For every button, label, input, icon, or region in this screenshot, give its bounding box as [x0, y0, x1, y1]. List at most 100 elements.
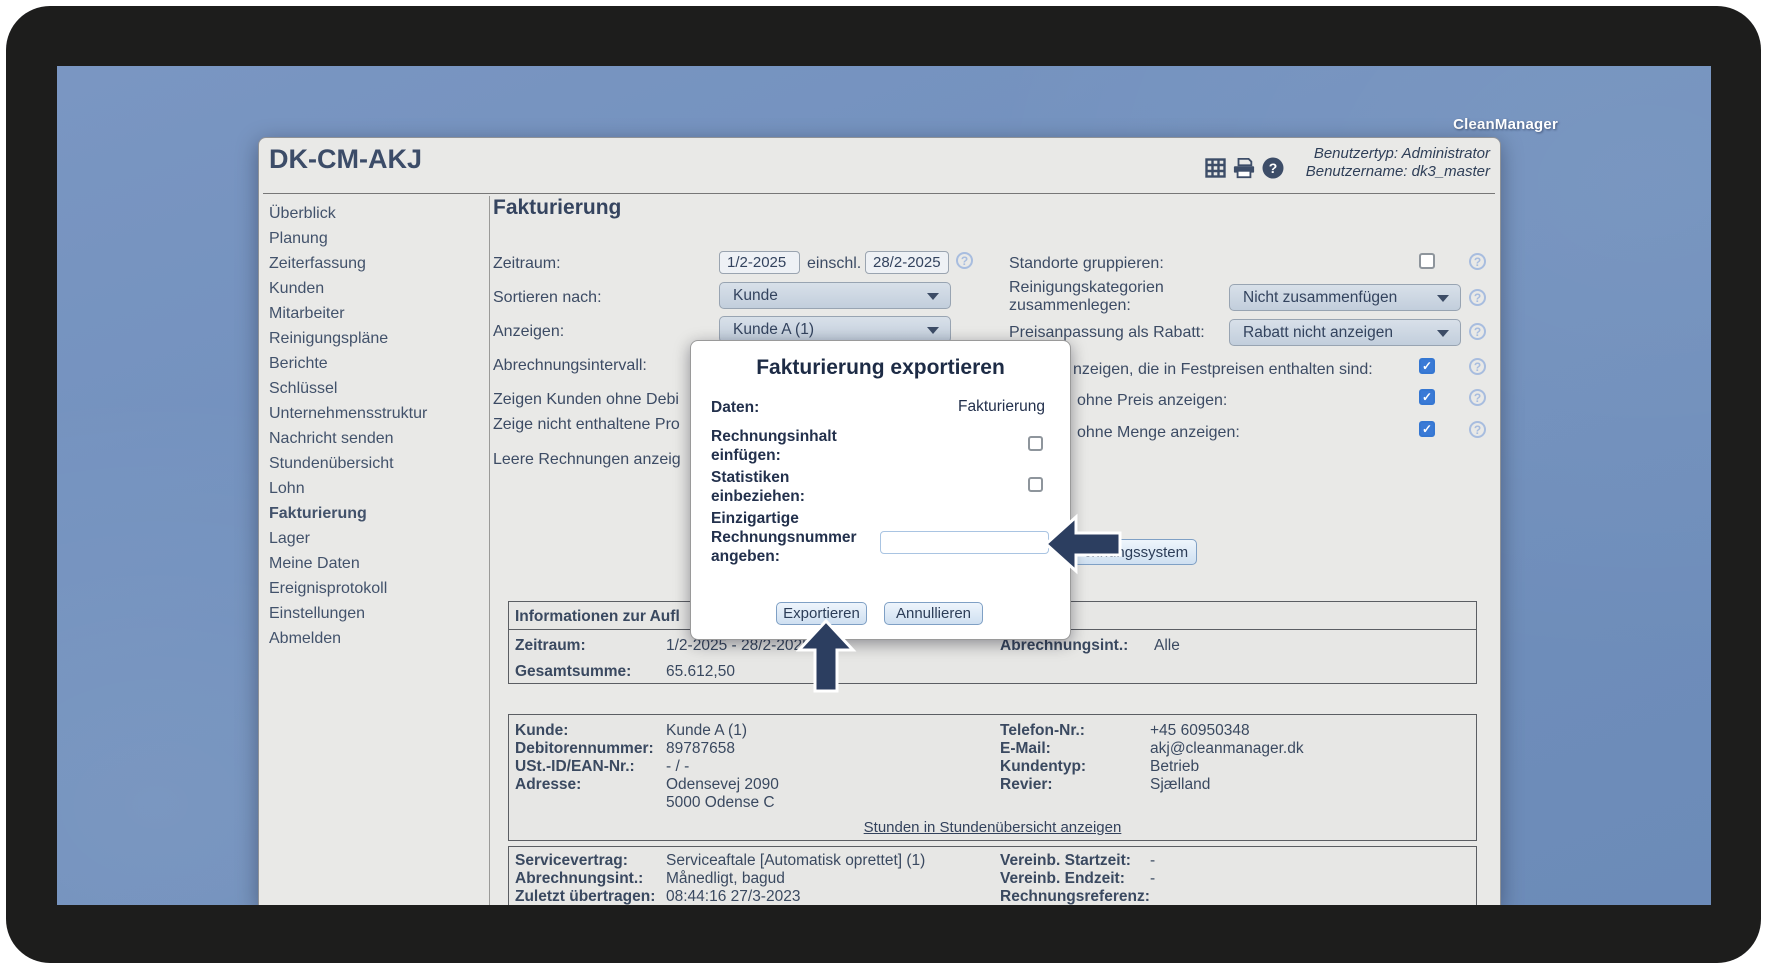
referenz-label: Rechnungsreferenz:	[1000, 888, 1150, 905]
telefon-label: Telefon-Nr.:	[1000, 722, 1085, 740]
standorte-checkbox[interactable]	[1419, 253, 1435, 269]
leere-rechnungen-label: Leere Rechnungen anzeig	[493, 451, 681, 469]
zeitraum-to-input[interactable]	[865, 251, 949, 274]
preisanpassung-select[interactable]: Rabatt nicht anzeigen	[1229, 319, 1461, 346]
ohne-menge-help-icon[interactable]	[1469, 421, 1486, 438]
ohne-menge-checkbox[interactable]	[1419, 421, 1435, 437]
desktop: CleanManager DK-CM-AKJ ? Benutzertyp: Ad…	[57, 66, 1711, 905]
sidebar-item-fakturierung[interactable]: Fakturierung	[269, 501, 484, 526]
revier-value: Sjælland	[1150, 776, 1210, 794]
sidebar-item-reinigungsplaene[interactable]: Reinigungspläne	[269, 326, 484, 351]
abrechnungsint2-label: Abrechnungsint.:	[515, 870, 643, 888]
section-heading: Fakturierung	[493, 196, 621, 220]
sortieren-value: Kunde	[733, 287, 778, 305]
window-toolbar: ?	[1204, 157, 1284, 179]
sidebar-item-stundenuebersicht[interactable]: Stundenübersicht	[269, 451, 484, 476]
kunde-value: Kunde A (1)	[666, 722, 747, 740]
sidebar-item-mitarbeiter[interactable]: Mitarbeiter	[269, 301, 484, 326]
festpreise-label: nzeigen, die in Festpreisen enthalten si…	[1073, 361, 1373, 379]
sidebar-item-ueberblick[interactable]: Überblick	[269, 201, 484, 226]
telefon-value: +45 60950348	[1150, 722, 1250, 740]
ust-label: USt.-ID/EAN-Nr.:	[515, 758, 635, 776]
stundenuebersicht-link[interactable]: Stunden in Stundenübersicht anzeigen	[509, 819, 1476, 836]
anzeigen-label: Anzeigen:	[493, 323, 564, 341]
startzeit-label: Vereinb. Startzeit:	[1000, 852, 1131, 870]
sidebar-item-lager[interactable]: Lager	[269, 526, 484, 551]
sidebar-item-einstellungen[interactable]: Einstellungen	[269, 601, 484, 626]
preisanpassung-help-icon[interactable]	[1469, 323, 1486, 340]
zeitraum-from-input[interactable]	[719, 251, 800, 274]
adresse-label: Adresse:	[515, 776, 581, 794]
sidebar-item-schluessel[interactable]: Schlüssel	[269, 376, 484, 401]
sidebar-item-meine-daten[interactable]: Meine Daten	[269, 551, 484, 576]
gesamtsumme-row-label: Gesamtsumme:	[515, 663, 631, 681]
reinigungskategorien-select[interactable]: Nicht zusammenfügen	[1229, 284, 1461, 311]
export-button[interactable]: Exportieren	[776, 602, 867, 625]
sortieren-select[interactable]: Kunde	[719, 282, 951, 309]
sidebar-item-planung[interactable]: Planung	[269, 226, 484, 251]
festpreise-help-icon[interactable]	[1469, 358, 1486, 375]
print-icon[interactable]	[1233, 157, 1255, 179]
dialog-title: Fakturierung exportieren	[691, 356, 1070, 380]
sidebar-item-unternehmensstruktur[interactable]: Unternehmensstruktur	[269, 401, 484, 426]
revier-label: Revier:	[1000, 776, 1053, 794]
sidebar-nav: Überblick Planung Zeiterfassung Kunden M…	[269, 201, 484, 651]
statistiken-checkbox[interactable]	[1028, 477, 1043, 492]
endzeit-value: -	[1150, 870, 1155, 888]
page-title: DK-CM-AKJ	[269, 144, 422, 175]
screenshot-root: CleanManager DK-CM-AKJ ? Benutzertyp: Ad…	[0, 0, 1767, 971]
cleanmanager-logo: CleanManager	[1453, 116, 1558, 133]
sidebar-item-abmelden[interactable]: Abmelden	[269, 626, 484, 651]
export-dialog: Fakturierung exportieren Daten: Fakturie…	[690, 340, 1071, 640]
kunden-ohne-label: Zeigen Kunden ohne Debi	[493, 391, 679, 409]
daten-value: Fakturierung	[958, 398, 1045, 416]
user-info: Benutzertyp: Administrator Benutzername:…	[1306, 145, 1490, 181]
festpreise-checkbox[interactable]	[1419, 358, 1435, 374]
kunde-label: Kunde:	[515, 722, 568, 740]
content-divider	[489, 196, 490, 905]
rechnungsnummer-input[interactable]	[880, 531, 1049, 554]
reinigungskategorien-value: Nicht zusammenfügen	[1243, 289, 1397, 307]
adresse-value: Odensevej 2090 5000 Odense C	[666, 776, 779, 812]
zeitraum-label: Zeitraum:	[493, 255, 561, 273]
statistiken-label: Statistiken einbeziehen:	[711, 468, 805, 506]
anzeigen-select[interactable]: Kunde A (1)	[719, 316, 951, 343]
zuletzt-value: 08:44:16 27/3-2023	[666, 888, 800, 905]
kundentyp-value: Betrieb	[1150, 758, 1199, 776]
rechnungsnummer-label: Einzigartige Rechnungsnummer angeben:	[711, 509, 857, 566]
rechnungsinhalt-label: Rechnungsinhalt einfügen:	[711, 427, 837, 465]
email-label: E-Mail:	[1000, 740, 1051, 758]
cancel-button[interactable]: Annullieren	[884, 602, 983, 625]
sidebar-item-lohn[interactable]: Lohn	[269, 476, 484, 501]
zuletzt-label: Zuletzt übertragen:	[515, 888, 655, 905]
sidebar-item-nachricht-senden[interactable]: Nachricht senden	[269, 426, 484, 451]
help-icon[interactable]: ?	[1262, 157, 1284, 179]
standorte-help-icon[interactable]	[1469, 253, 1486, 270]
contract-table: Servicevertrag: Serviceaftale [Automatis…	[508, 846, 1477, 905]
startzeit-value: -	[1150, 852, 1155, 870]
abrechnungsint-row-value: Alle	[1154, 637, 1180, 655]
reinigungskategorien-label: Reinigungskategorien zusammenlegen:	[1009, 279, 1164, 315]
sidebar-item-zeiterfassung[interactable]: Zeiterfassung	[269, 251, 484, 276]
ohne-preis-help-icon[interactable]	[1469, 389, 1486, 406]
user-type: Benutzertyp: Administrator	[1306, 145, 1490, 163]
ust-value: - / -	[666, 758, 689, 776]
ohne-preis-checkbox[interactable]	[1419, 389, 1435, 405]
gesamtsumme-row-value: 65.612,50	[666, 663, 735, 681]
summary-header-text: Informationen zur Aufl	[515, 608, 680, 626]
customer-table: Kunde: Kunde A (1) Debitorennummer: 8978…	[508, 714, 1477, 841]
zeitraum-help-icon[interactable]	[956, 252, 973, 269]
rechnungsinhalt-checkbox[interactable]	[1028, 436, 1043, 451]
email-value: akj@cleanmanager.dk	[1150, 740, 1304, 758]
table-grid-icon[interactable]	[1204, 157, 1226, 179]
sortieren-label: Sortieren nach:	[493, 289, 602, 307]
sidebar-item-kunden[interactable]: Kunden	[269, 276, 484, 301]
anzeigen-value: Kunde A (1)	[733, 321, 814, 339]
servicevertrag-value: Serviceaftale [Automatisk oprettet] (1)	[666, 852, 925, 870]
zeitraum-row-label: Zeitraum:	[515, 637, 586, 655]
reinigungskategorien-help-icon[interactable]	[1469, 289, 1486, 306]
sidebar-item-berichte[interactable]: Berichte	[269, 351, 484, 376]
sidebar-item-ereignisprotokoll[interactable]: Ereignisprotokoll	[269, 576, 484, 601]
servicevertrag-label: Servicevertrag:	[515, 852, 628, 870]
daten-label: Daten:	[711, 398, 759, 417]
